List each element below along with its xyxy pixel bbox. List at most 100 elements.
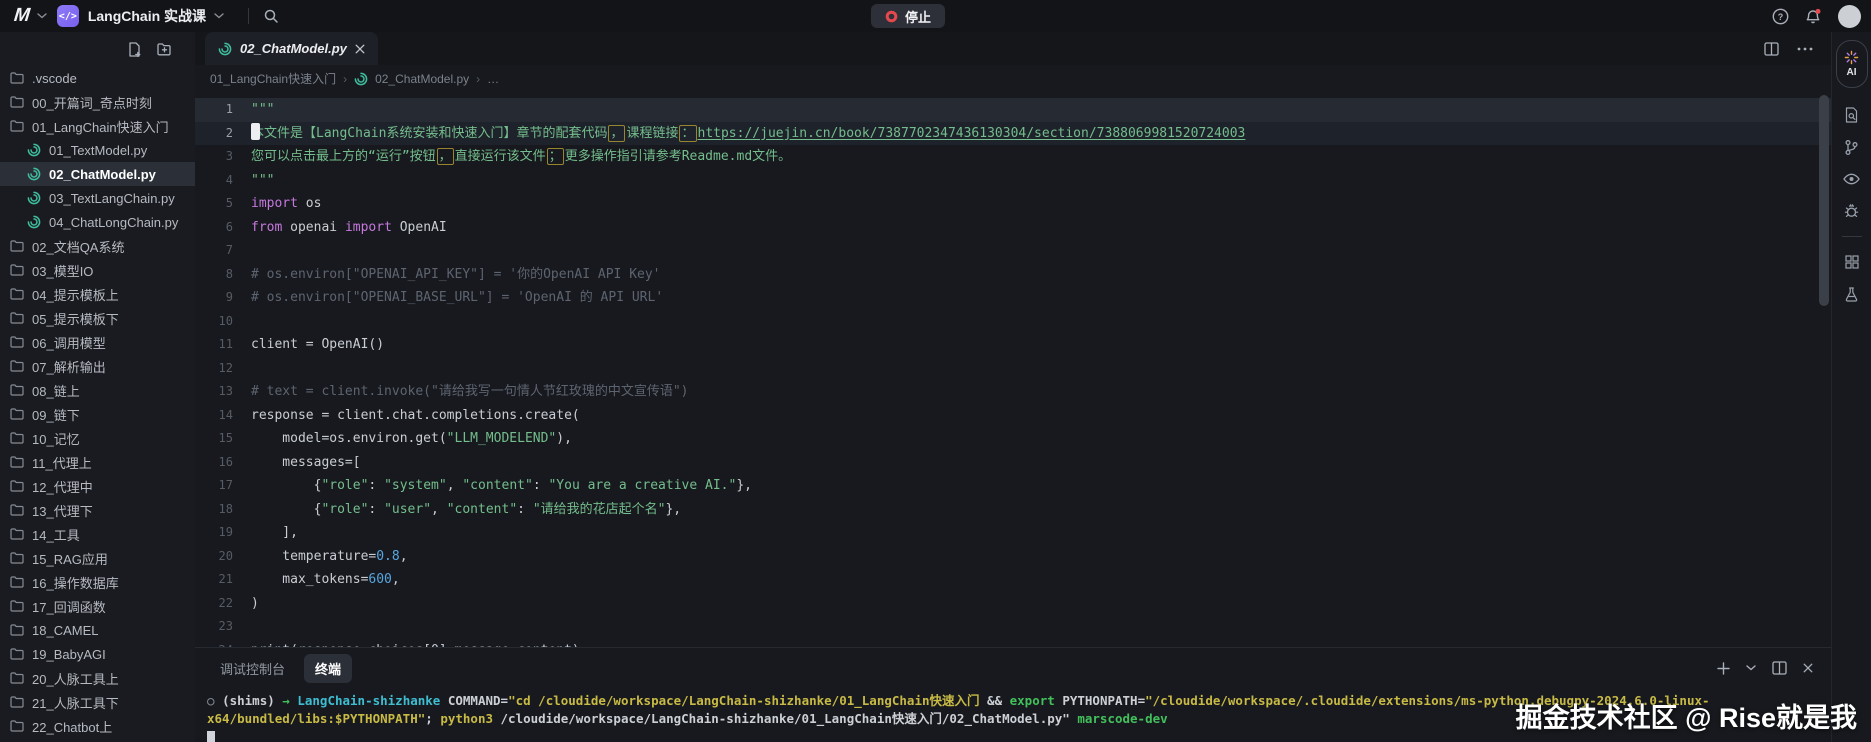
tree-item[interactable]: 09_链下 [0,402,195,426]
tree-item[interactable]: 07_解析输出 [0,354,195,378]
code-line[interactable]: 8# os.environ["OPENAI_API_KEY"] = '你的Ope… [195,263,1831,287]
code-line[interactable]: 12 [195,357,1831,381]
tree-item[interactable]: 04_ChatLongChain.py [0,210,195,234]
chevron-down-icon[interactable] [214,13,224,19]
tree-item[interactable]: 02_ChatModel.py [0,162,195,186]
code-line[interactable]: 17 {"role": "system", "content": "You ar… [195,474,1831,498]
tree-item[interactable]: 06_调用模型 [0,330,195,354]
code-line[interactable]: 1""" [195,98,1831,122]
search-icon[interactable] [263,8,279,24]
tree-item[interactable]: 04_提示模板上 [0,282,195,306]
tree-item-label: 20_人脉工具上 [32,669,119,688]
line-number: 8 [195,263,233,287]
terminal-token: → [282,693,297,708]
new-file-icon[interactable] [128,42,142,57]
code-token: 600 [368,572,391,587]
preview-eye-icon[interactable] [1837,166,1867,192]
code-line[interactable]: 18 {"role": "user", "content": "请给我的花店起个… [195,498,1831,522]
terminal-token: /cloudide/workspace/LangChain-shizhanke/… [501,711,1070,726]
help-icon[interactable]: ? [1772,8,1789,25]
tree-item[interactable]: 00_开篇词_奇点时刻 [0,90,195,114]
tree-item[interactable]: 11_代理上 [0,450,195,474]
tree-item[interactable]: 05_提示模板下 [0,306,195,330]
terminal-dropdown-icon[interactable] [1746,665,1756,671]
code-line[interactable]: 23 [195,615,1831,639]
close-panel-icon[interactable] [1803,663,1813,673]
code-token: "role" [321,478,368,493]
line-content [233,357,251,381]
git-branch-icon[interactable] [1837,134,1867,160]
tree-item[interactable]: 14_工具 [0,522,195,546]
debug-bug-icon[interactable] [1837,198,1867,224]
code-line[interactable]: 10 [195,310,1831,334]
code-line[interactable]: 6from openai import OpenAI [195,216,1831,240]
tree-item[interactable]: 12_代理中 [0,474,195,498]
tree-item[interactable]: 17_回调函数 [0,594,195,618]
code-line[interactable]: 24print(response.choices[0].message.cont… [195,639,1831,648]
tree-item[interactable]: 22_Chatbot上 [0,714,195,738]
folder-icon [10,576,24,588]
code-line[interactable]: 4""" [195,169,1831,193]
tree-item[interactable]: 20_人脉工具上 [0,666,195,690]
file-tree: .vscode00_开篇词_奇点时刻01_LangChain快速入门01_Tex… [0,66,195,742]
new-terminal-icon[interactable] [1717,662,1730,675]
code-line[interactable]: 11client = OpenAI() [195,333,1831,357]
code-line[interactable]: 20 temperature=0.8, [195,545,1831,569]
bell-icon[interactable] [1805,8,1822,25]
tab-02-chatmodel[interactable]: 02_ChatModel.py [205,32,378,65]
terminal-token: && [980,693,1010,708]
code-editor[interactable]: 1"""2本文件是【LangChain系统安装和快速入门】章节的配套代码，课程链… [195,92,1831,647]
code-line[interactable]: 22) [195,592,1831,616]
tab-debug-console[interactable]: 调试控制台 [209,654,296,683]
tab-terminal[interactable]: 终端 [304,654,352,683]
marscode-logo[interactable]: M [13,5,30,27]
ai-assistant-button[interactable]: AI [1836,40,1868,88]
split-editor-icon[interactable] [1764,42,1779,56]
new-folder-icon[interactable] [157,43,173,56]
close-icon[interactable] [355,44,365,54]
code-line[interactable]: 21 max_tokens=600, [195,568,1831,592]
panel-tabs: 调试控制台终端 [209,654,352,683]
more-actions-icon[interactable] [1797,47,1813,51]
extensions-grid-icon[interactable] [1837,249,1867,275]
tree-item[interactable]: 16_操作数据库 [0,570,195,594]
breadcrumb-item[interactable]: 02_ChatModel.py [375,72,469,86]
code-line[interactable]: 2本文件是【LangChain系统安装和快速入门】章节的配套代码，课程链接：ht… [195,122,1831,146]
code-line[interactable]: 14response = client.chat.completions.cre… [195,404,1831,428]
code-line[interactable]: 3您可以点击最上方的“运行”按钮，直接运行该文件；更多操作指引请参考Readme… [195,145,1831,169]
avatar[interactable] [1838,5,1861,28]
split-panel-icon[interactable] [1772,661,1787,675]
code-line[interactable]: 13# text = client.invoke("请给我写一句情人节红玫瑰的中… [195,380,1831,404]
tree-item[interactable]: 21_人脉工具下 [0,690,195,714]
folder-icon [10,456,24,468]
tree-item[interactable]: 15_RAG应用 [0,546,195,570]
chevron-down-icon[interactable] [37,13,47,19]
tree-item[interactable]: 19_BabyAGI [0,642,195,666]
flask-icon[interactable] [1837,281,1867,307]
tree-item[interactable]: 10_记忆 [0,426,195,450]
stop-button[interactable]: 停止 [871,4,945,28]
tree-item[interactable]: 01_TextModel.py [0,138,195,162]
code-line[interactable]: 9# os.environ["OPENAI_BASE_URL"] = 'Open… [195,286,1831,310]
tree-item[interactable]: 18_CAMEL [0,618,195,642]
tree-item[interactable]: 08_链上 [0,378,195,402]
code-line[interactable]: 5import os [195,192,1831,216]
code-line[interactable]: 16 messages=[ [195,451,1831,475]
tree-item[interactable]: 02_文档QA系统 [0,234,195,258]
code-line[interactable]: 7 [195,239,1831,263]
vertical-scrollbar[interactable] [1819,95,1829,306]
tree-item[interactable]: 03_模型IO [0,258,195,282]
code-line[interactable]: 19 ], [195,521,1831,545]
project-icon[interactable]: </> [57,5,79,27]
workspace-title[interactable]: LangChain 实战课 [88,6,206,26]
breadcrumb-item[interactable]: 01_LangChain快速入门 [210,70,336,87]
tree-item[interactable]: 01_LangChain快速入门 [0,114,195,138]
code-line[interactable]: 15 model=os.environ.get("LLM_MODELEND"), [195,427,1831,451]
tree-item[interactable]: 03_TextLangChain.py [0,186,195,210]
line-content [233,239,251,263]
breadcrumb-item[interactable]: … [487,72,499,86]
code-token: print(response.choices[0].message.conten… [251,643,580,648]
tree-item[interactable]: 13_代理下 [0,498,195,522]
file-search-icon[interactable] [1837,102,1867,128]
tree-item[interactable]: .vscode [0,66,195,90]
